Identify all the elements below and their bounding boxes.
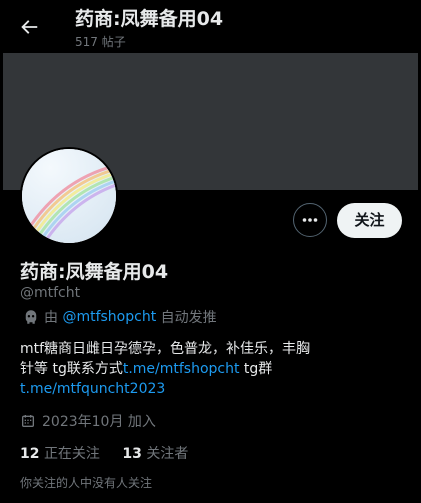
profile-bio: mtf糖商日雌日孕德孕，色普龙，补佳乐，丰胸针等 tg联系方式t.me/mtfs…: [20, 339, 320, 399]
more-options-button[interactable]: [293, 203, 327, 237]
bio-link-shop[interactable]: t.me/mtfshopcht: [123, 361, 240, 377]
header-title: 药商:凤舞备用04: [75, 8, 224, 30]
following-link[interactable]: 12 正在关注: [20, 446, 100, 462]
post-count: 517 帖子: [75, 35, 126, 49]
followers-count: 13: [122, 446, 142, 462]
avatar[interactable]: [20, 147, 118, 245]
robot-icon: [25, 310, 37, 324]
display-name: 药商:凤舞备用04: [20, 261, 169, 283]
join-date-text: 2023年10月 加入: [42, 414, 156, 430]
join-date: 2023年10月 加入: [20, 411, 156, 431]
mutual-followers-note: 你关注的人中没有人关注: [20, 476, 153, 490]
bio-link-group[interactable]: t.me/mtfquncht2023: [20, 381, 165, 397]
automated-prefix: 由: [44, 310, 58, 326]
top-bar: 药商:凤舞备用04 517 帖子: [0, 0, 421, 53]
more-dots-icon: [302, 218, 318, 222]
following-count: 12: [20, 446, 40, 462]
bio-text-2: tg群: [239, 361, 273, 377]
follow-button[interactable]: 关注: [337, 203, 402, 238]
followers-label: 关注者: [146, 446, 189, 462]
followers-link[interactable]: 13 关注者: [122, 446, 188, 462]
automated-by-link[interactable]: @mtfshopcht: [62, 309, 156, 325]
user-handle: @mtfcht: [20, 285, 81, 301]
following-label: 正在关注: [43, 446, 100, 462]
automated-suffix: 自动发推: [160, 310, 217, 326]
back-arrow-icon[interactable]: [18, 16, 40, 38]
follow-stats: 12 正在关注 13 关注者: [20, 443, 206, 463]
rainbow-avatar-image: [22, 149, 116, 243]
automated-label: 由 @mtfshopcht 自动发推: [22, 307, 217, 327]
calendar-icon: [22, 415, 34, 427]
